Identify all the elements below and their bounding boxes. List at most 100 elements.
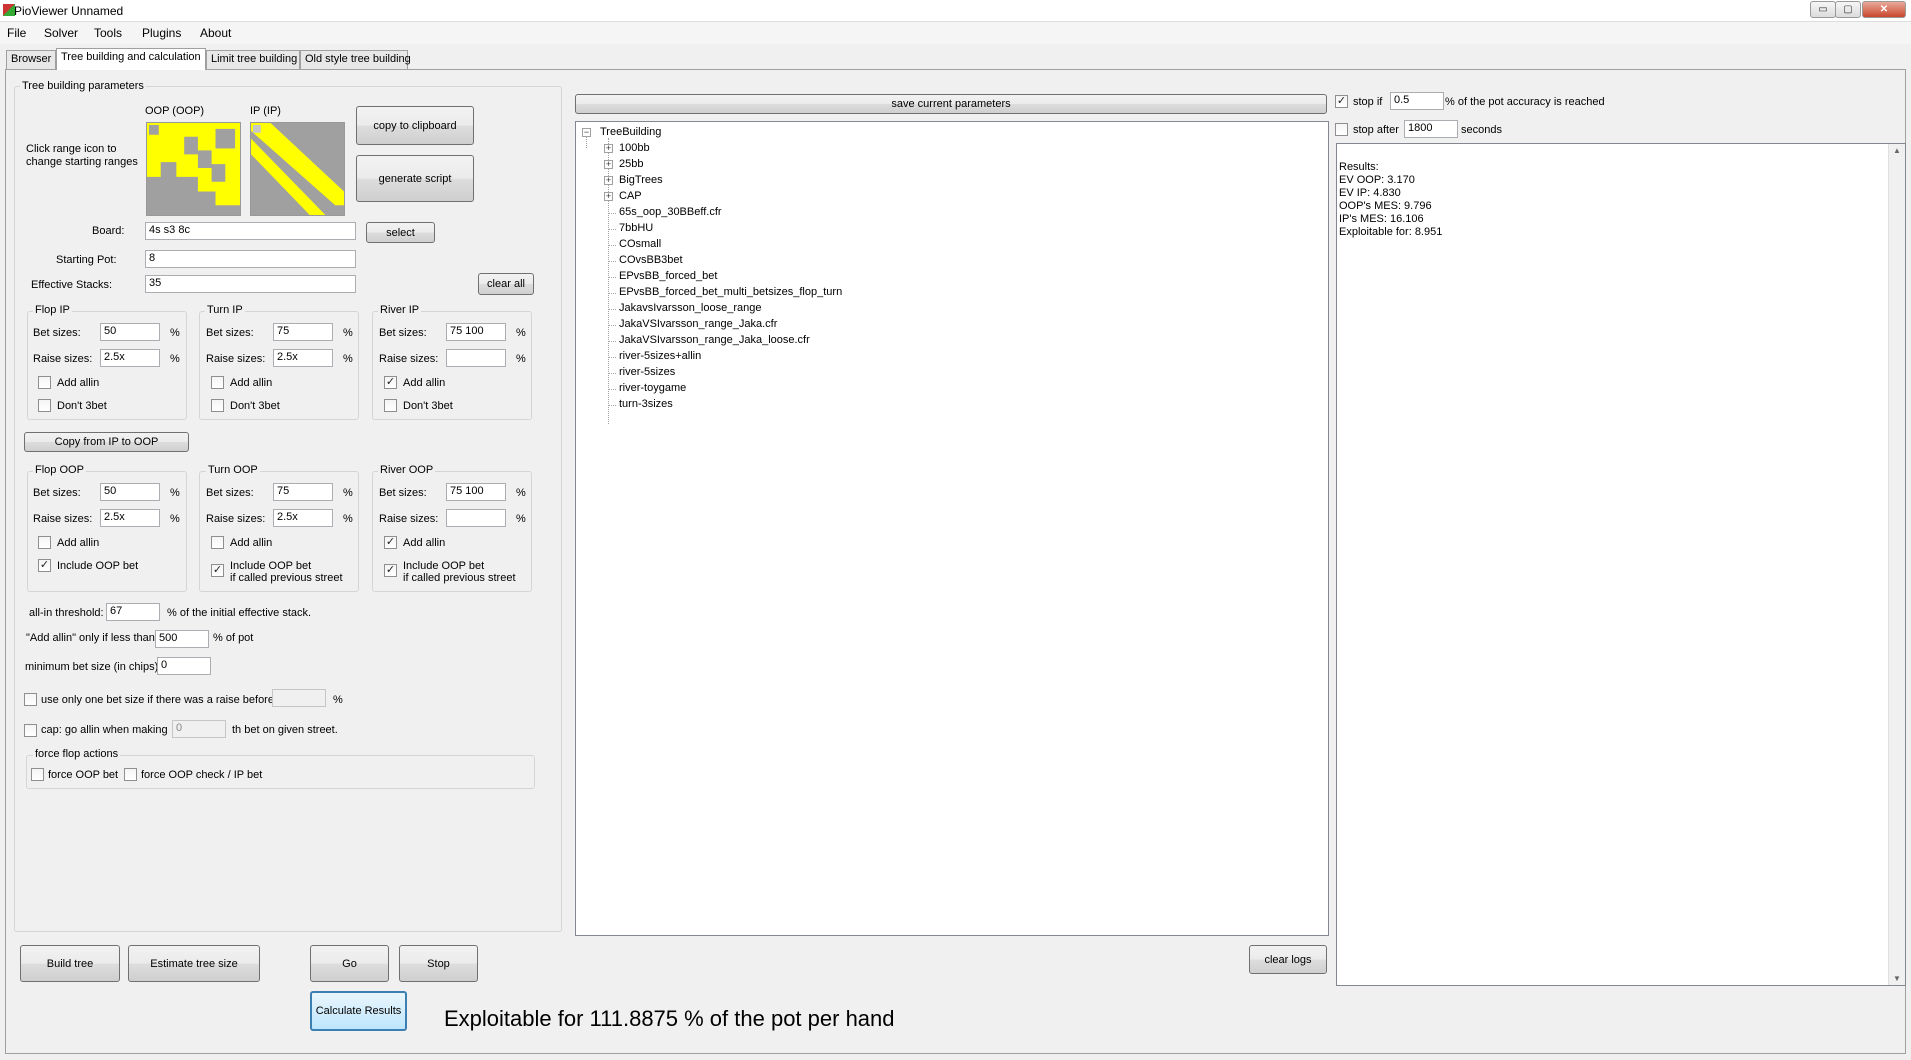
tree-file[interactable]: EPvsBB_forced_bet_multi_betsizes_flop_tu… (619, 286, 842, 298)
tree-expand-icon[interactable]: + (604, 160, 613, 169)
results-log[interactable]: Results: EV OOP: 3.170 EV IP: 4.830 OOP's M… (1336, 143, 1906, 986)
tree-file[interactable]: river-5sizes+allin (619, 350, 701, 362)
river-oop-include-checkbox[interactable]: ✓ (384, 564, 397, 577)
tree-file[interactable]: COsmall (619, 238, 661, 250)
clear-logs-button[interactable]: clear logs (1249, 945, 1327, 974)
stop-button[interactable]: Stop (399, 945, 478, 982)
stop-after-input[interactable]: 1800 (1404, 120, 1458, 138)
minimize-button[interactable]: ▭ (1810, 1, 1836, 18)
ip-range-icon[interactable] (250, 122, 345, 216)
menu-file[interactable]: File (7, 26, 26, 40)
menu-tools[interactable]: Tools (94, 26, 122, 40)
tree-expand-icon[interactable]: + (604, 144, 613, 153)
menu-solver[interactable]: Solver (44, 26, 78, 40)
turn-oop-bet-input[interactable]: 75 (273, 483, 333, 501)
min-bet-input[interactable]: 0 (157, 657, 211, 675)
one-bet-size-input[interactable] (272, 689, 326, 707)
tree-view[interactable]: − TreeBuilding +100bb +25bb + BigTrees + CAP 6… (575, 121, 1329, 936)
one-bet-size-checkbox[interactable] (24, 693, 37, 706)
tab-old-style-tree[interactable]: Old style tree building (300, 50, 411, 69)
tree-file[interactable]: river-5sizes (619, 366, 675, 378)
effective-stacks-input[interactable]: 35 (145, 275, 356, 293)
flop-oop-allin-checkbox[interactable] (38, 536, 51, 549)
result-line: EV IP: 4.830 (1339, 187, 1401, 199)
calculate-results-button[interactable]: Calculate Results (310, 991, 407, 1031)
board-input[interactable]: 4s s3 8c (145, 222, 356, 240)
tree-file[interactable]: EPvsBB_forced_bet (619, 270, 717, 282)
flop-oop-bet-input[interactable]: 50 (100, 483, 160, 501)
force-oop-bet-checkbox[interactable] (31, 768, 44, 781)
flop-oop-raise-input[interactable]: 2.5x (100, 509, 160, 527)
tree-file[interactable]: 65s_oop_30BBeff.cfr (619, 206, 722, 218)
tree-root-collapse-icon[interactable]: − (582, 128, 591, 137)
tab-limit-tree[interactable]: Limit tree building (206, 50, 300, 69)
tree-folder[interactable]: 25bb (619, 158, 643, 170)
tree-file[interactable]: 7bbHU (619, 222, 653, 234)
river-ip-bet-input[interactable]: 75 100 (446, 323, 506, 341)
tree-file[interactable]: JakaVSIvarsson_range_Jaka.cfr (619, 318, 777, 330)
select-board-button[interactable]: select (366, 222, 435, 243)
allin-threshold-input[interactable]: 67 (106, 603, 160, 621)
close-button[interactable]: ✕ (1862, 1, 1906, 18)
tree-folder[interactable]: BigTrees (619, 174, 663, 186)
stop-if-input[interactable]: 0.5 (1390, 92, 1444, 110)
flop-oop-include-checkbox[interactable]: ✓ (38, 559, 51, 572)
river-ip-dont3bet-checkbox[interactable] (384, 399, 397, 412)
flop-ip-allin-checkbox[interactable] (38, 376, 51, 389)
tree-root[interactable]: TreeBuilding (600, 126, 661, 138)
tree-file[interactable]: river-toygame (619, 382, 686, 394)
turn-ip-raise-input[interactable]: 2.5x (273, 349, 333, 367)
save-parameters-button[interactable]: save current parameters (575, 94, 1327, 114)
tree-expand-icon[interactable]: + (604, 192, 613, 201)
force-check-checkbox[interactable] (124, 768, 137, 781)
force-check-label: force OOP check / IP bet (141, 769, 263, 781)
tree-expand-icon[interactable]: + (604, 176, 613, 185)
allin-threshold-suffix: % of the initial effective stack. (167, 607, 312, 619)
copy-to-clipboard-button[interactable]: copy to clipboard (356, 106, 474, 145)
go-button[interactable]: Go (310, 945, 389, 982)
flop-ip-raise-input[interactable]: 2.5x (100, 349, 160, 367)
maximize-button[interactable]: ▢ (1835, 1, 1861, 18)
tab-browser[interactable]: Browser (6, 50, 56, 69)
river-oop-raise-input[interactable] (446, 509, 506, 527)
starting-pot-input[interactable]: 8 (145, 250, 356, 268)
tree-file[interactable]: JakavsIvarsson_loose_range (619, 302, 761, 314)
stop-if-checkbox[interactable]: ✓ (1335, 95, 1348, 108)
turn-oop-include-checkbox[interactable]: ✓ (211, 564, 224, 577)
tree-file[interactable]: COvsBB3bet (619, 254, 683, 266)
oop-range-icon[interactable] (146, 122, 241, 216)
turn-ip-dont3bet-checkbox[interactable] (211, 399, 224, 412)
turn-ip-bet-input[interactable]: 75 (273, 323, 333, 341)
clear-all-button[interactable]: clear all (478, 273, 534, 295)
cap-input[interactable]: 0 (172, 720, 226, 738)
stop-after-checkbox[interactable] (1335, 123, 1348, 136)
scroll-up-icon[interactable]: ▲ (1893, 146, 1901, 155)
river-oop-allin-checkbox[interactable]: ✓ (384, 536, 397, 549)
log-scrollbar[interactable]: ▲ ▼ (1888, 144, 1905, 985)
river-ip-raise-input[interactable] (446, 349, 506, 367)
estimate-tree-button[interactable]: Estimate tree size (128, 945, 260, 982)
add-allin-limit-input[interactable]: 500 (155, 630, 209, 648)
tree-folder[interactable]: 100bb (619, 142, 650, 154)
cap-checkbox[interactable] (24, 724, 37, 737)
flop-ip-dont3bet-checkbox[interactable] (38, 399, 51, 412)
turn-ip-allin-checkbox[interactable] (211, 376, 224, 389)
tree-folder[interactable]: CAP (619, 190, 642, 202)
tab-tree-building[interactable]: Tree building and calculation (56, 48, 206, 70)
turn-oop-raise-input[interactable]: 2.5x (273, 509, 333, 527)
river-oop-bet-input[interactable]: 75 100 (446, 483, 506, 501)
flop-ip-raise-pct: % (170, 353, 180, 365)
river-ip-allin-checkbox[interactable]: ✓ (384, 376, 397, 389)
tree-file[interactable]: turn-3sizes (619, 398, 673, 410)
tree-file[interactable]: JakaVSIvarsson_range_Jaka_loose.cfr (619, 334, 810, 346)
scroll-down-icon[interactable]: ▼ (1893, 974, 1901, 983)
result-line: EV OOP: 3.170 (1339, 174, 1415, 186)
generate-script-button[interactable]: generate script (356, 155, 474, 202)
build-tree-button[interactable]: Build tree (20, 945, 120, 982)
turn-oop-allin-checkbox[interactable] (211, 536, 224, 549)
add-allin-limit-suffix: % of pot (213, 632, 254, 644)
copy-ip-to-oop-button[interactable]: Copy from IP to OOP (24, 432, 189, 452)
menu-plugins[interactable]: Plugins (142, 26, 181, 40)
flop-ip-bet-input[interactable]: 50 (100, 323, 160, 341)
menu-about[interactable]: About (200, 26, 231, 40)
